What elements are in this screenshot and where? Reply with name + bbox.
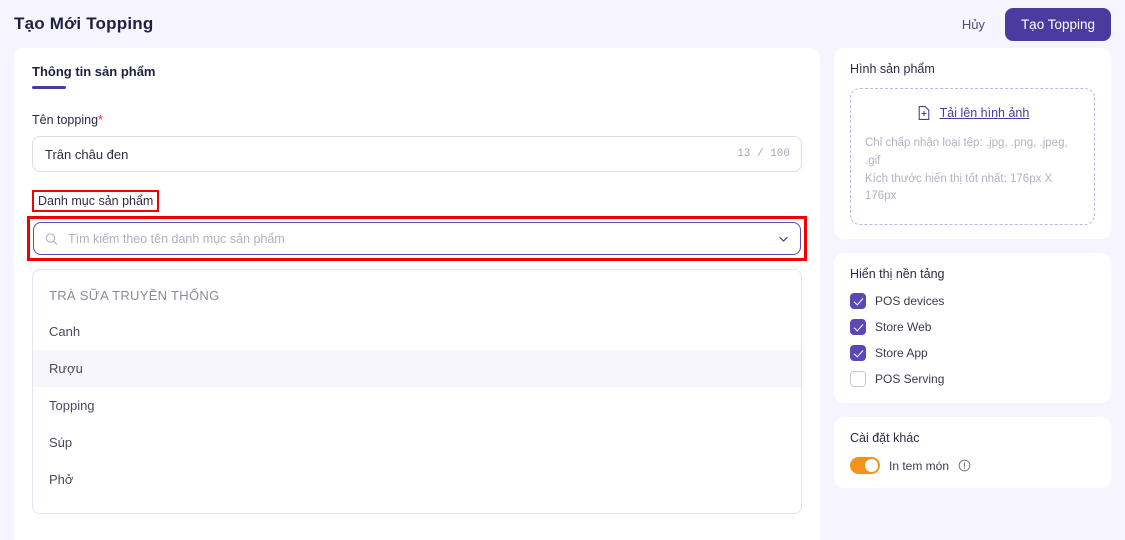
topping-name-label: Tên topping* (32, 113, 103, 127)
tab-product-info[interactable]: Thông tin sản phẩm (32, 64, 156, 89)
platform-visibility-title: Hiển thị nền tảng (850, 267, 945, 282)
upload-hint-filetypes: Chỉ chấp nhận loại tệp: .jpg, .png, .jpe… (865, 137, 1068, 167)
chevron-down-icon[interactable] (777, 232, 790, 245)
dropdown-option-sup[interactable]: Súp (33, 424, 801, 461)
checkbox-label-pos-devices: POS devices (875, 294, 945, 309)
checkbox-pos-serving[interactable] (850, 371, 866, 388)
file-upload-icon (918, 106, 930, 120)
checkbox-pos-devices[interactable] (850, 293, 866, 310)
page-title: Tạo Mới Topping (14, 14, 154, 33)
right-column: Hình sản phẩm Tải lên hình ảnh Chỉ chấp … (834, 48, 1111, 489)
upload-image-link[interactable]: Tải lên hình ảnh (940, 106, 1030, 120)
category-search-annotation-box (27, 216, 807, 261)
character-counter: 13 / 100 (737, 148, 790, 160)
product-image-title: Hình sản phẩm (850, 62, 935, 76)
required-asterisk: * (98, 113, 103, 127)
create-topping-button[interactable]: Tạo Topping (1004, 7, 1111, 41)
checkbox-label-store-web: Store Web (875, 320, 932, 335)
print-label-text: In tem món (889, 458, 950, 473)
checkbox-label-store-app: Store App (875, 346, 928, 361)
other-settings-title: Cài đặt khác (850, 431, 920, 446)
header-actions: Hủy Tạo Topping (958, 7, 1111, 41)
checkbox-row-store-app[interactable]: Store App (850, 345, 1095, 362)
platform-visibility-card: Hiển thị nền tảng POS devices Store Web … (834, 253, 1111, 404)
tab-bar: Thông tin sản phẩm (32, 64, 802, 89)
topping-name-label-text: Tên topping (32, 113, 99, 127)
dropdown-option-ruou[interactable]: Rượu (33, 350, 801, 387)
page-layout: Thông tin sản phẩm Tên topping* 13 / 100… (0, 48, 1125, 540)
checkbox-row-pos-devices[interactable]: POS devices (850, 293, 1095, 310)
topping-name-input-wrap: 13 / 100 (32, 136, 802, 172)
topping-name-input[interactable] (32, 136, 802, 172)
checkbox-label-pos-serving: POS Serving (875, 372, 945, 387)
print-label-toggle[interactable] (850, 457, 880, 475)
product-image-card: Hình sản phẩm Tải lên hình ảnh Chỉ chấp … (834, 48, 1111, 240)
dropdown-option-pho[interactable]: Phở (33, 461, 801, 498)
category-search-wrap (33, 222, 801, 255)
dropdown-option-topping[interactable]: Topping (33, 387, 801, 424)
product-category-label: Danh mục sản phẩm (32, 190, 160, 212)
category-search-input[interactable] (33, 222, 801, 255)
image-upload-dropzone[interactable]: Tải lên hình ảnh Chỉ chấp nhận loại tệp:… (850, 88, 1095, 226)
checkbox-store-app[interactable] (850, 345, 866, 362)
dropdown-option-canh[interactable]: Canh (33, 313, 801, 350)
category-dropdown-list[interactable]: TRÀ SỮA TRUYỀN THỐNG Canh Rượu Topping S… (32, 269, 802, 514)
checkbox-store-web[interactable] (850, 319, 866, 336)
product-info-card: Thông tin sản phẩm Tên topping* 13 / 100… (14, 48, 820, 540)
checkbox-row-pos-serving[interactable]: POS Serving (850, 371, 1095, 388)
product-category-field: Danh mục sản phẩm TRÀ SỮA TRUYỀN THỐNG C… (27, 190, 807, 514)
print-label-toggle-row: In tem món (850, 457, 1095, 475)
topping-name-field: Tên topping* 13 / 100 (32, 111, 802, 172)
info-icon[interactable] (958, 459, 971, 472)
upload-link-row: Tải lên hình ảnh (865, 105, 1080, 121)
checkbox-row-store-web[interactable]: Store Web (850, 319, 1095, 336)
other-settings-card: Cài đặt khác In tem món (834, 417, 1111, 489)
upload-hint-dimensions: Kích thước hiển thị tốt nhất: 176px X 17… (865, 172, 1053, 203)
dropdown-group-header: TRÀ SỮA TRUYỀN THỐNG (49, 288, 220, 303)
cancel-button[interactable]: Hủy (958, 11, 989, 38)
top-header-bar: Tạo Mới Topping Hủy Tạo Topping (0, 0, 1125, 48)
